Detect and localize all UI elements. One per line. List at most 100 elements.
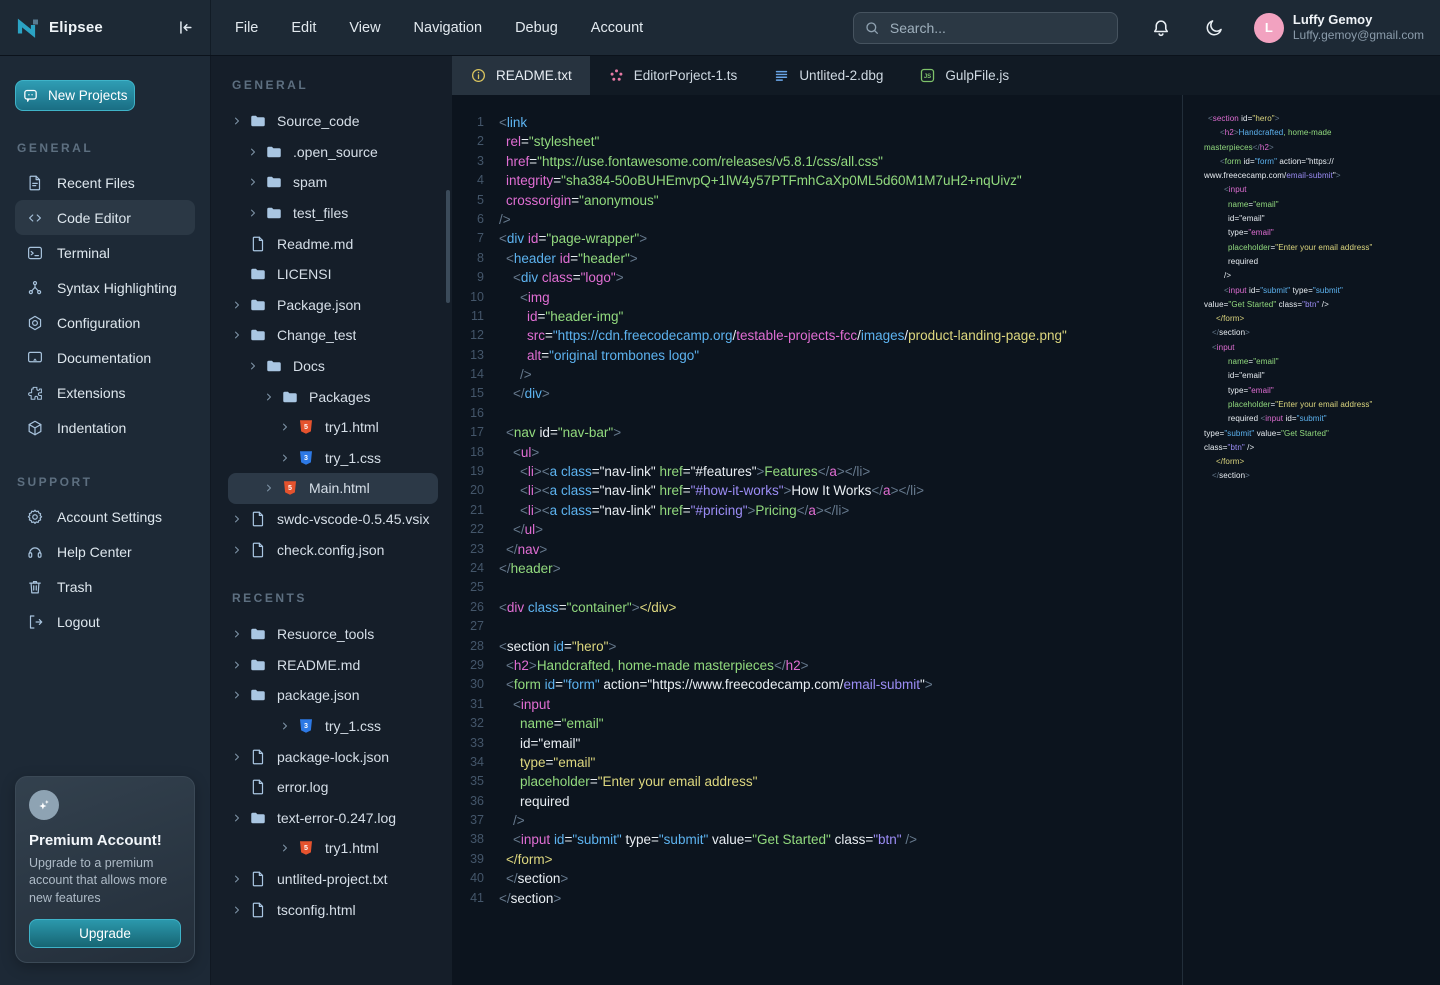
code-token: "https:// — [1306, 157, 1334, 166]
chevron-right-icon — [232, 545, 242, 555]
code-line-24: 24</header> — [452, 559, 1182, 578]
menu-navigation[interactable]: Navigation — [414, 20, 483, 36]
code-line-29: 29<h2>Handcrafted, home-made masterpiece… — [452, 656, 1182, 675]
code-pane[interactable]: 1<link2rel="stylesheet"3href="https://us… — [452, 95, 1182, 985]
sidebar-item-indentation[interactable]: Indentation — [15, 410, 195, 445]
menu-view[interactable]: View — [349, 20, 380, 36]
minimap-line-24: class="btn" /> — [1204, 441, 1440, 455]
tree-item-error-log[interactable]: error.log — [228, 772, 438, 803]
sidebar-item-extensions[interactable]: Extensions — [15, 375, 195, 410]
sidebar-item-trash[interactable]: Trash — [15, 569, 195, 604]
tree-item-check-config-json[interactable]: check.config.json — [228, 534, 438, 565]
tree-item-spam[interactable]: spam — [228, 167, 438, 198]
menu-file[interactable]: File — [235, 20, 258, 36]
tree-item-readme-md[interactable]: README.md — [228, 650, 438, 681]
sidebar-item-configuration[interactable]: Configuration — [15, 305, 195, 340]
code-line-33: 33id="email" — [452, 734, 1182, 753]
code-token: placeholder — [1228, 243, 1270, 252]
chevron-right-icon — [280, 721, 290, 731]
file-icon — [249, 778, 267, 796]
tree-item-source-code[interactable]: Source_code — [228, 106, 438, 137]
code-token: = — [592, 464, 600, 479]
tab-untlited-2-dbg[interactable]: Untlited-2.dbg — [755, 56, 901, 95]
code-token: ></li> — [816, 503, 849, 518]
tree-item-change-test[interactable]: Change_test — [228, 320, 438, 351]
sidebar-item-code-editor[interactable]: Code Editor — [15, 200, 195, 235]
code-token: < — [513, 832, 521, 847]
tree-item-untlited-project-txt[interactable]: untlited-project.txt — [228, 864, 438, 895]
folder-icon — [265, 143, 283, 161]
line-content: alt="original trombones logo" — [499, 346, 699, 365]
code-line-41: 41</section> — [452, 889, 1182, 908]
tree-item-open-source[interactable]: .open_source — [228, 137, 438, 168]
tree-item-label: package.json — [277, 687, 360, 703]
sidebar-item-terminal[interactable]: Terminal — [15, 235, 195, 270]
menu-edit[interactable]: Edit — [291, 20, 316, 36]
tree-item-resuorce-tools[interactable]: Resuorce_tools — [228, 619, 438, 650]
tree-item-label: Main.html — [309, 480, 370, 496]
dark-mode-moon-icon[interactable] — [1204, 17, 1226, 39]
code-token: = — [555, 677, 563, 692]
tree-item-label: text-error-0.247.log — [277, 810, 396, 826]
minimap[interactable]: <section id="hero"><h2>Handcrafted, home… — [1182, 95, 1440, 985]
code-token: link — [507, 115, 527, 130]
tree-item-try-1-css[interactable]: 3try_1.css — [228, 443, 438, 474]
sidebar-item-help-center[interactable]: Help Center — [15, 534, 195, 569]
tree-item-label: Packages — [309, 389, 370, 405]
code-token: type — [1204, 429, 1220, 438]
sidebar-item-documentation[interactable]: Documentation — [15, 340, 195, 375]
tab-readme-txt[interactable]: README.txt — [452, 56, 590, 95]
tree-item-try-1-css[interactable]: 3try_1.css — [228, 711, 438, 742]
code-line-12: 12src="https://cdn.freecodecamp.org/test… — [452, 326, 1182, 345]
tree-item-test-files[interactable]: test_files — [228, 198, 438, 229]
code-token: /> — [1224, 271, 1231, 280]
tree-item-try1-html[interactable]: 5try1.html — [228, 833, 438, 864]
new-projects-button[interactable]: New Projects — [15, 80, 135, 111]
tree-item-label: spam — [293, 174, 327, 190]
code-token: > — [553, 891, 561, 906]
menu-account[interactable]: Account — [591, 20, 643, 36]
minimap-line-5: www.freececamp.com/email-submit"> — [1204, 169, 1440, 183]
tree-item-text-error-0-247-log[interactable]: text-error-0.247.log — [228, 802, 438, 833]
tree-item-package-json[interactable]: Package.json — [228, 290, 438, 321]
tree-item-package-json[interactable]: package.json — [228, 680, 438, 711]
tree-item-swdc-vscode-0-5-45-vsix[interactable]: swdc-vscode-0.5.45.vsix — [228, 504, 438, 535]
code-token: = — [573, 270, 581, 285]
explorer-scrollbar[interactable] — [446, 190, 450, 303]
tree-item-licensi[interactable]: LICENSI — [228, 259, 438, 290]
search-icon — [864, 20, 880, 36]
notifications-bell-icon[interactable] — [1150, 17, 1172, 39]
sidebar-item-recent-files[interactable]: Recent Files — [15, 165, 195, 200]
file-icon — [249, 235, 267, 253]
code-token: = — [529, 154, 537, 169]
tab-editorporject-1-ts[interactable]: EditorPorject-1.ts — [590, 56, 756, 95]
tree-item-readme-md[interactable]: Readme.md — [228, 228, 438, 259]
sidebar-item-logout[interactable]: Logout — [15, 604, 195, 639]
code-line-38: 38<input id="submit" type="submit" value… — [452, 830, 1182, 849]
tree-item-tsconfig-html[interactable]: tsconfig.html — [228, 894, 438, 925]
tree-item-main-html[interactable]: 5Main.html — [228, 473, 438, 504]
tab-gulpfile-js[interactable]: JSGulpFile.js — [901, 56, 1027, 95]
tree-item-package-lock-json[interactable]: package-lock.json — [228, 741, 438, 772]
tree-item-try1-html[interactable]: 5try1.html — [228, 412, 438, 443]
sidebar-item-account-settings[interactable]: Account Settings — [15, 499, 195, 534]
tab-label: EditorPorject-1.ts — [634, 68, 738, 83]
code-token: </ — [513, 386, 525, 401]
code-token: < — [499, 639, 507, 654]
search-box[interactable] — [853, 12, 1118, 44]
code-token: How It Works — [791, 483, 871, 498]
collapse-sidebar-icon[interactable] — [172, 16, 196, 40]
line-content: <nav id="nav-bar"> — [499, 423, 621, 442]
upgrade-button[interactable]: Upgrade — [29, 919, 181, 948]
line-number: 7 — [452, 229, 484, 248]
tree-item-packages[interactable]: Packages — [228, 381, 438, 412]
menu-debug[interactable]: Debug — [515, 20, 558, 36]
search-input[interactable] — [888, 19, 1098, 37]
user-profile[interactable]: L Luffy Gemoy Luffy.gemoy@gmail.com — [1254, 12, 1424, 43]
line-number: 35 — [452, 772, 484, 791]
code-token: value — [1204, 300, 1224, 309]
folder-icon — [249, 686, 267, 704]
tree-item-docs[interactable]: Docs — [228, 351, 438, 382]
svg-text:3: 3 — [304, 454, 308, 462]
sidebar-item-syntax-highlighting[interactable]: Syntax Highlighting — [15, 270, 195, 305]
